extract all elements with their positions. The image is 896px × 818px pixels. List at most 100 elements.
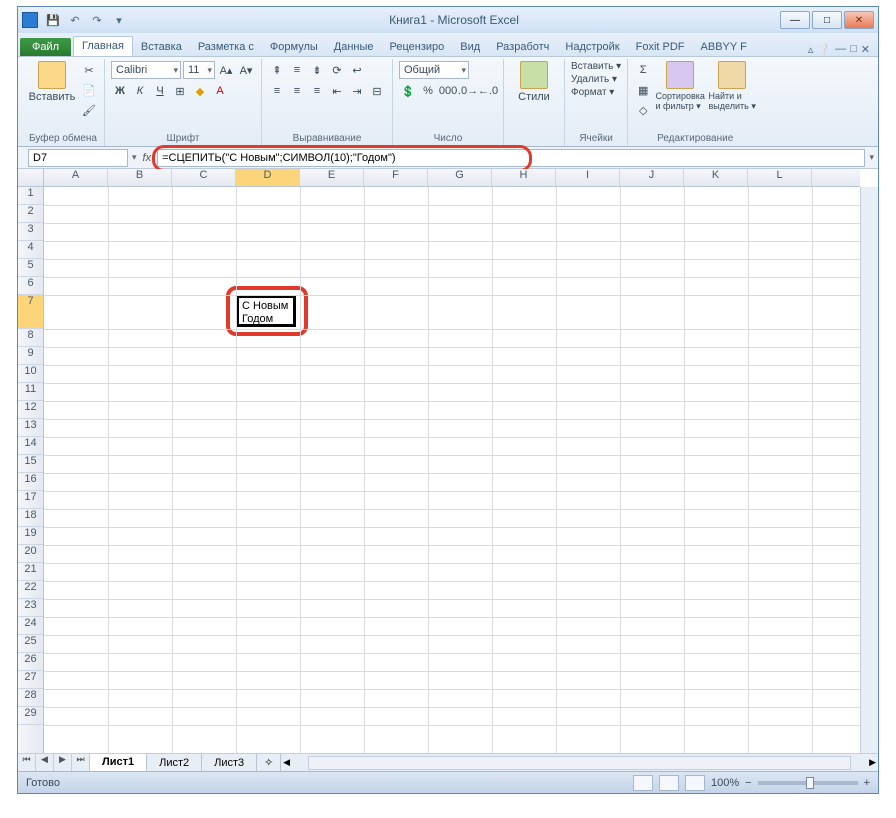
help-button[interactable]: ❔	[817, 43, 831, 56]
row-header-3[interactable]: 3	[18, 223, 43, 241]
formula-input[interactable]: =СЦЕПИТЬ("С Новым";СИМВОЛ(10);"Годом")	[157, 149, 865, 167]
column-header-E[interactable]: E	[300, 169, 364, 186]
paste-button[interactable]: Вставить	[28, 61, 76, 103]
row-header-15[interactable]: 15	[18, 455, 43, 473]
tab-home[interactable]: Главная	[73, 36, 133, 56]
zoom-out-button[interactable]: −	[745, 777, 751, 789]
sheet-nav-prev[interactable]: ◀	[36, 754, 54, 771]
column-header-C[interactable]: C	[172, 169, 236, 186]
column-header-F[interactable]: F	[364, 169, 428, 186]
row-header-19[interactable]: 19	[18, 527, 43, 545]
row-header-14[interactable]: 14	[18, 437, 43, 455]
autosum-button[interactable]: Σ	[634, 61, 652, 79]
comma-button[interactable]: 000	[439, 82, 457, 100]
sheet-nav-last[interactable]: ⏭	[72, 754, 90, 771]
font-color-button[interactable]: A	[211, 82, 229, 100]
zoom-level[interactable]: 100%	[711, 777, 739, 789]
align-bottom-button[interactable]: ⇟	[308, 61, 326, 79]
worksheet-grid[interactable]: ABCDEFGHIJKL 123456789101112131415161718…	[18, 169, 878, 771]
row-header-26[interactable]: 26	[18, 653, 43, 671]
format-painter-button[interactable]: 🖌	[80, 101, 98, 119]
file-tab[interactable]: Файл	[20, 38, 71, 56]
tab-abbyy[interactable]: ABBYY F	[693, 38, 755, 56]
view-normal-button[interactable]	[633, 775, 653, 791]
number-format-combo[interactable]: Общий	[399, 61, 469, 79]
underline-button[interactable]: Ч	[151, 82, 169, 100]
sheet-tab-2[interactable]: Лист2	[147, 754, 202, 771]
sheet-nav-next[interactable]: ▶	[54, 754, 72, 771]
currency-button[interactable]: 💲	[399, 82, 417, 100]
row-header-22[interactable]: 22	[18, 581, 43, 599]
row-header-13[interactable]: 13	[18, 419, 43, 437]
row-header-6[interactable]: 6	[18, 277, 43, 295]
qat-customize-button[interactable]: ▾	[110, 11, 128, 29]
row-header-9[interactable]: 9	[18, 347, 43, 365]
styles-button[interactable]: Стили	[510, 61, 558, 103]
formula-expand-button[interactable]: ▾	[865, 152, 878, 163]
tab-foxit[interactable]: Foxit PDF	[628, 38, 693, 56]
row-header-29[interactable]: 29	[18, 707, 43, 725]
row-header-20[interactable]: 20	[18, 545, 43, 563]
vertical-scrollbar[interactable]	[860, 187, 878, 753]
insert-cells-button[interactable]: Вставить ▾	[571, 61, 621, 72]
horizontal-scrollbar[interactable]: ◀ ▶	[281, 754, 878, 771]
font-size-combo[interactable]: 11	[183, 61, 215, 79]
row-header-18[interactable]: 18	[18, 509, 43, 527]
column-header-A[interactable]: A	[44, 169, 108, 186]
qat-redo-button[interactable]: ↷	[88, 11, 106, 29]
new-sheet-button[interactable]: ✧	[257, 754, 281, 771]
clear-button[interactable]: ◇	[634, 101, 652, 119]
find-select-button[interactable]: Найти и выделить ▾	[708, 61, 756, 111]
align-middle-button[interactable]: ≡	[288, 61, 306, 79]
doc-close-button[interactable]: ✕	[861, 43, 870, 56]
qat-save-button[interactable]: 💾	[44, 11, 62, 29]
row-header-27[interactable]: 27	[18, 671, 43, 689]
view-pagebreak-button[interactable]	[685, 775, 705, 791]
row-header-28[interactable]: 28	[18, 689, 43, 707]
merge-button[interactable]: ⊟	[368, 82, 386, 100]
row-header-23[interactable]: 23	[18, 599, 43, 617]
fill-color-button[interactable]: ◆	[191, 82, 209, 100]
tab-view[interactable]: Вид	[452, 38, 488, 56]
column-header-B[interactable]: B	[108, 169, 172, 186]
decrease-indent-button[interactable]: ⇤	[328, 82, 346, 100]
tab-data[interactable]: Данные	[326, 38, 382, 56]
align-right-button[interactable]: ≡	[308, 82, 326, 100]
align-top-button[interactable]: ⇞	[268, 61, 286, 79]
column-header-I[interactable]: I	[556, 169, 620, 186]
column-header-K[interactable]: K	[684, 169, 748, 186]
row-header-5[interactable]: 5	[18, 259, 43, 277]
row-header-10[interactable]: 10	[18, 365, 43, 383]
sheet-nav-first[interactable]: ⏮	[18, 754, 36, 771]
increase-indent-button[interactable]: ⇥	[348, 82, 366, 100]
row-header-1[interactable]: 1	[18, 187, 43, 205]
delete-cells-button[interactable]: Удалить ▾	[571, 74, 617, 85]
view-pagelayout-button[interactable]	[659, 775, 679, 791]
row-header-21[interactable]: 21	[18, 563, 43, 581]
increase-font-button[interactable]: A▴	[217, 61, 235, 79]
mdi-minimize-button[interactable]: —	[780, 11, 810, 29]
row-header-7[interactable]: 7	[18, 295, 43, 329]
format-cells-button[interactable]: Формат ▾	[571, 87, 614, 98]
zoom-slider[interactable]	[758, 781, 858, 785]
sort-filter-button[interactable]: Сортировка и фильтр ▾	[656, 61, 704, 111]
bold-button[interactable]: Ж	[111, 82, 129, 100]
tab-developer[interactable]: Разработч	[488, 38, 557, 56]
align-center-button[interactable]: ≡	[288, 82, 306, 100]
zoom-in-button[interactable]: +	[864, 777, 870, 789]
tab-addins[interactable]: Надстройк	[557, 38, 627, 56]
column-header-L[interactable]: L	[748, 169, 812, 186]
font-name-combo[interactable]: Calibri	[111, 61, 181, 79]
wrap-text-button[interactable]: ↩	[348, 61, 366, 79]
select-all-button[interactable]	[18, 169, 44, 187]
row-header-12[interactable]: 12	[18, 401, 43, 419]
minimize-ribbon-button[interactable]: ▵	[808, 43, 814, 56]
namebox-dropdown[interactable]: ▾	[132, 152, 137, 163]
name-box[interactable]: D7	[28, 149, 128, 167]
row-header-11[interactable]: 11	[18, 383, 43, 401]
row-header-8[interactable]: 8	[18, 329, 43, 347]
qat-undo-button[interactable]: ↶	[66, 11, 84, 29]
align-left-button[interactable]: ≡	[268, 82, 286, 100]
cut-button[interactable]: ✂	[80, 61, 98, 79]
column-header-H[interactable]: H	[492, 169, 556, 186]
